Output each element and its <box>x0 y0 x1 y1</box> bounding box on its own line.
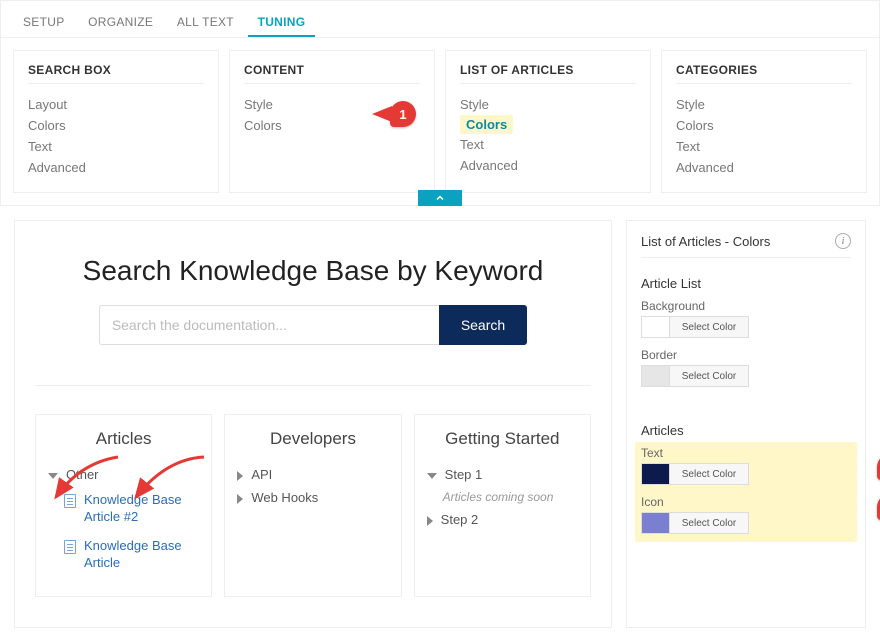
panel-title: CONTENT <box>244 63 420 84</box>
list-label: Step 2 <box>441 512 479 527</box>
divider <box>35 385 591 386</box>
document-icon <box>64 494 76 508</box>
col-title: Getting Started <box>427 429 578 449</box>
list-label: API <box>251 467 272 482</box>
opt-text[interactable]: Text <box>460 134 636 155</box>
sidebar-title: List of Articles - Colors i <box>641 233 851 258</box>
chevron-down-icon <box>48 473 58 479</box>
article-link-text[interactable]: Knowledge Base Article #2 <box>84 492 199 526</box>
preview-area: Search Knowledge Base by Keyword Search … <box>14 220 612 628</box>
chevron-right-icon <box>237 471 243 481</box>
list-note: Articles coming soon <box>427 486 578 508</box>
color-picker[interactable]: Select Color <box>641 463 749 485</box>
col-articles: Articles Other Knowledge Base Article #2… <box>35 414 212 597</box>
opt-text[interactable]: Text <box>676 136 852 157</box>
color-picker[interactable]: Select Color <box>641 512 749 534</box>
article-link[interactable]: Knowledge Base Article <box>48 532 199 578</box>
field-label: Background <box>641 299 851 313</box>
color-swatch <box>642 317 670 337</box>
select-color-button[interactable]: Select Color <box>670 317 748 337</box>
sidebar-title-text: List of Articles - Colors <box>641 234 770 249</box>
info-icon[interactable]: i <box>835 233 851 249</box>
chevron-right-icon <box>237 494 243 504</box>
opt-advanced[interactable]: Advanced <box>460 155 636 176</box>
tab-tuning[interactable]: TUNING <box>248 9 316 37</box>
list-item[interactable]: Step 2 <box>427 508 578 531</box>
panel-list-of-articles: LIST OF ARTICLES Style Colors Text Advan… <box>445 50 651 193</box>
color-picker[interactable]: Select Color <box>641 365 749 387</box>
panel-content: CONTENT Style Colors <box>229 50 435 193</box>
select-color-button[interactable]: Select Color <box>670 513 748 533</box>
top-tabs: SETUP ORGANIZE ALL TEXT TUNING <box>0 0 880 38</box>
highlighted-fields: Text Select Color Icon Select Color 2 3 <box>635 442 857 542</box>
col-title: Developers <box>237 429 388 449</box>
main-row: Search Knowledge Base by Keyword Search … <box>0 206 880 642</box>
chevron-down-icon <box>427 473 437 479</box>
col-developers: Developers API Web Hooks <box>224 414 401 597</box>
list-item[interactable]: Web Hooks <box>237 486 388 509</box>
color-swatch <box>642 513 670 533</box>
color-swatch <box>642 464 670 484</box>
settings-sidebar: List of Articles - Colors i Article List… <box>626 220 866 628</box>
section-heading: Article List <box>641 276 851 291</box>
col-getting-started: Getting Started Step 1 Articles coming s… <box>414 414 591 597</box>
opt-colors[interactable]: Colors <box>28 115 204 136</box>
opt-advanced[interactable]: Advanced <box>676 157 852 178</box>
chevron-up-icon <box>434 192 446 204</box>
tab-all-text[interactable]: ALL TEXT <box>167 9 244 35</box>
field-label: Text <box>641 446 851 460</box>
opt-colors[interactable]: Colors <box>244 115 420 136</box>
panel-title: CATEGORIES <box>676 63 852 84</box>
opt-style[interactable]: Style <box>676 94 852 115</box>
col-title: Articles <box>48 429 199 449</box>
color-swatch <box>642 366 670 386</box>
list-item[interactable]: Step 1 <box>427 463 578 486</box>
search-input[interactable] <box>99 305 439 345</box>
collapse-toggle[interactable] <box>418 190 462 206</box>
preview-heading: Search Knowledge Base by Keyword <box>35 255 591 287</box>
color-picker[interactable]: Select Color <box>641 316 749 338</box>
panel-search-box: SEARCH BOX Layout Colors Text Advanced <box>13 50 219 193</box>
field-icon: Icon Select Color <box>641 495 851 534</box>
article-link[interactable]: Knowledge Base Article #2 <box>48 486 199 532</box>
opt-style[interactable]: Style <box>244 94 420 115</box>
opt-advanced[interactable]: Advanced <box>28 157 204 178</box>
opt-layout[interactable]: Layout <box>28 94 204 115</box>
preview-columns: Articles Other Knowledge Base Article #2… <box>35 414 591 597</box>
opt-text[interactable]: Text <box>28 136 204 157</box>
field-background: Background Select Color <box>641 299 851 338</box>
panel-title: SEARCH BOX <box>28 63 204 84</box>
opt-style[interactable]: Style <box>460 94 636 115</box>
document-icon <box>64 540 76 554</box>
field-label: Icon <box>641 495 851 509</box>
list-item[interactable]: Other <box>48 463 199 486</box>
opt-colors[interactable]: Colors <box>676 115 852 136</box>
note-text: Articles coming soon <box>443 490 554 504</box>
tuning-panels: SEARCH BOX Layout Colors Text Advanced C… <box>0 38 880 206</box>
list-item[interactable]: API <box>237 463 388 486</box>
panel-title: LIST OF ARTICLES <box>460 63 636 84</box>
article-link-text[interactable]: Knowledge Base Article <box>84 538 199 572</box>
field-text: Text Select Color <box>641 446 851 485</box>
select-color-button[interactable]: Select Color <box>670 366 748 386</box>
list-label: Step 1 <box>445 467 483 482</box>
field-border: Border Select Color <box>641 348 851 387</box>
tab-organize[interactable]: ORGANIZE <box>78 9 163 35</box>
list-label: Other <box>66 467 99 482</box>
section-heading: Articles <box>641 423 851 438</box>
chevron-right-icon <box>427 516 433 526</box>
select-color-button[interactable]: Select Color <box>670 464 748 484</box>
tab-setup[interactable]: SETUP <box>13 9 75 35</box>
opt-colors[interactable]: Colors <box>460 115 513 134</box>
search-row: Search <box>35 305 591 345</box>
search-button[interactable]: Search <box>439 305 527 345</box>
list-label: Web Hooks <box>251 490 318 505</box>
panel-categories: CATEGORIES Style Colors Text Advanced <box>661 50 867 193</box>
field-label: Border <box>641 348 851 362</box>
